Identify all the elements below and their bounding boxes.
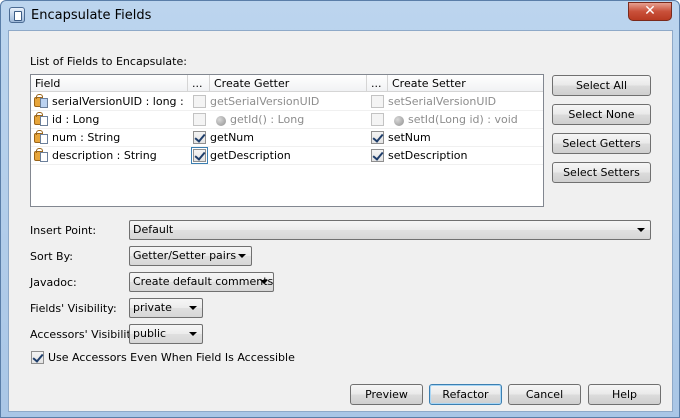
select-all-button[interactable]: Select All <box>552 75 651 96</box>
field-name: id : Long <box>52 113 100 126</box>
getter-name[interactable]: getSerialVersionUID <box>210 93 360 111</box>
chevron-down-icon <box>238 254 246 258</box>
table-header: Field ... Create Getter ... Create Sette… <box>31 75 543 92</box>
method-icon <box>394 116 404 126</box>
fields-visibility-label: Fields' Visibility: <box>30 302 117 315</box>
fields-visibility-value: private <box>133 301 172 314</box>
javadoc-value: Create default comments <box>133 275 274 288</box>
refactor-button[interactable]: Refactor <box>429 384 502 405</box>
accessors-visibility-value: public <box>133 327 167 340</box>
sort-by-combo[interactable]: Getter/Setter pairs <box>129 246 252 266</box>
setter-checkbox[interactable] <box>371 131 384 144</box>
sort-by-label: Sort By: <box>30 250 74 263</box>
javadoc-label: Javadoc: <box>30 276 77 289</box>
dialog-window: Encapsulate Fields ✕ List of Fields to E… <box>0 0 680 418</box>
table-row[interactable]: id : Long getId() : Long setId(Long id) : … <box>31 111 543 129</box>
chevron-down-icon <box>260 280 268 284</box>
table-row[interactable]: serialVersionUID : long : f... getSerialV… <box>31 93 543 111</box>
fields-visibility-combo[interactable]: private <box>129 298 203 318</box>
insert-point-combo[interactable]: Default <box>129 220 651 240</box>
column-header-create-setter[interactable]: Create Setter <box>388 75 543 92</box>
field-name: description : String <box>52 149 157 162</box>
setter-checkbox[interactable] <box>371 113 384 126</box>
getter-checkbox[interactable] <box>191 147 208 164</box>
column-header-setter-check[interactable]: ... <box>367 75 388 92</box>
getter-checkbox[interactable] <box>193 113 206 126</box>
column-header-create-getter[interactable]: Create Getter <box>210 75 367 92</box>
use-accessors-label[interactable]: Use Accessors Even When Field Is Accessi… <box>48 351 295 364</box>
setter-checkbox[interactable] <box>371 95 384 108</box>
lock-field-icon <box>34 148 48 163</box>
insert-point-label: Insert Point: <box>30 224 97 237</box>
field-doc-icon <box>40 116 48 126</box>
chevron-down-icon <box>189 332 197 336</box>
setter-name[interactable]: setNum <box>388 129 528 147</box>
accessors-visibility-label: Accessors' Visibility: <box>30 328 141 341</box>
field-name: num : String <box>52 131 121 144</box>
sort-by-value: Getter/Setter pairs <box>133 249 237 262</box>
field-doc-icon <box>40 152 48 162</box>
field-name: serialVersionUID : long : f... <box>52 95 187 108</box>
table-row[interactable]: num : String getNum setNum <box>31 129 543 147</box>
chevron-down-icon <box>637 228 645 232</box>
setter-checkbox[interactable] <box>371 149 384 162</box>
getter-name[interactable]: getDescription <box>210 147 360 165</box>
preview-button[interactable]: Preview <box>350 384 423 405</box>
cancel-button[interactable]: Cancel <box>508 384 581 405</box>
select-none-button[interactable]: Select None <box>552 104 651 125</box>
use-accessors-checkbox[interactable] <box>31 351 44 364</box>
getter-name[interactable]: getId() : Long <box>230 111 380 129</box>
lock-field-icon <box>34 130 48 145</box>
insert-point-value: Default <box>133 223 174 236</box>
app-icon <box>9 7 25 23</box>
window-title: Encapsulate Fields <box>31 8 152 23</box>
help-button[interactable]: Help <box>588 384 661 405</box>
lock-field-icon <box>34 112 48 127</box>
getter-name[interactable]: getNum <box>210 129 360 147</box>
setter-name[interactable]: setSerialVersionUID <box>388 93 528 111</box>
setter-name[interactable]: setId(Long id) : void <box>408 111 548 129</box>
fields-table[interactable]: Field ... Create Getter ... Create Sette… <box>30 74 544 207</box>
select-getters-button[interactable]: Select Getters <box>552 133 651 154</box>
chevron-down-icon <box>189 306 197 310</box>
accessors-visibility-combo[interactable]: public <box>129 324 203 344</box>
setter-name[interactable]: setDescription <box>388 147 528 165</box>
field-doc-icon <box>40 98 48 108</box>
list-label: List of Fields to Encapsulate: <box>30 55 187 68</box>
getter-checkbox[interactable] <box>193 95 206 108</box>
method-icon <box>216 116 226 126</box>
table-row[interactable]: description : String getDescription setDes… <box>31 147 543 165</box>
javadoc-combo[interactable]: Create default comments <box>129 272 274 292</box>
select-setters-button[interactable]: Select Setters <box>552 162 651 183</box>
lock-field-icon <box>34 94 48 109</box>
getter-checkbox[interactable] <box>193 131 206 144</box>
field-doc-icon <box>40 134 48 144</box>
column-header-getter-check[interactable]: ... <box>188 75 210 92</box>
column-header-field[interactable]: Field <box>31 75 188 92</box>
title-bar[interactable]: Encapsulate Fields ✕ <box>1 1 679 31</box>
close-button[interactable]: ✕ <box>628 2 672 21</box>
